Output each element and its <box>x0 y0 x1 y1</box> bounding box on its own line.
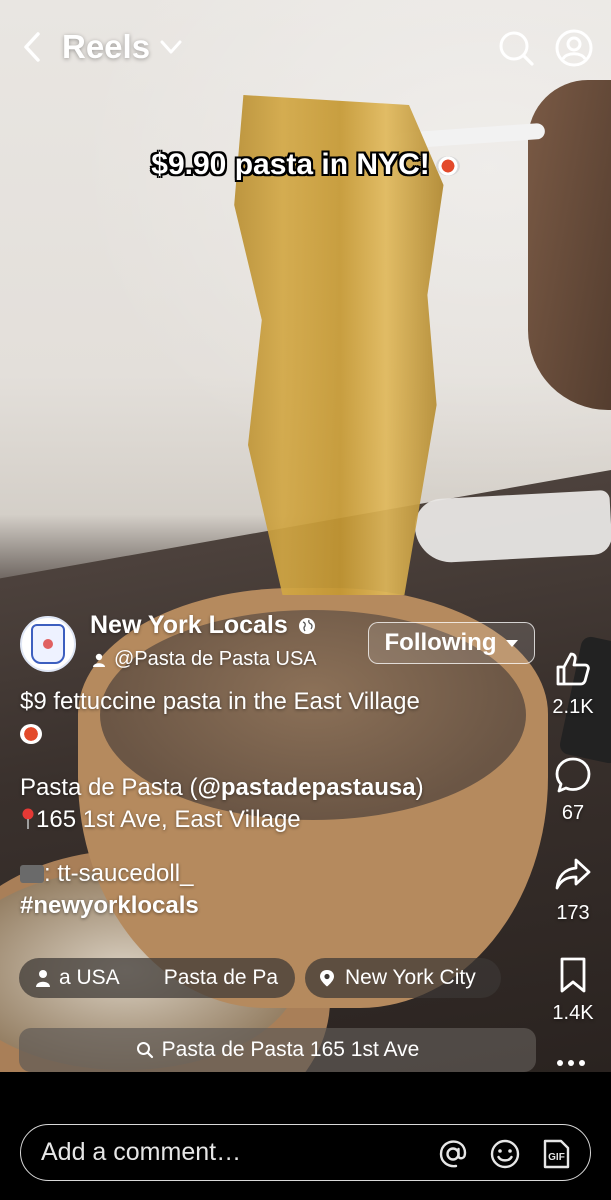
collaborator-chip-b: Pasta de Pa <box>163 966 279 989</box>
svg-text:GIF: GIF <box>548 1152 565 1163</box>
comment-count: 67 <box>561 802 585 824</box>
author-avatar[interactable] <box>20 616 76 672</box>
following-button[interactable]: Following <box>368 622 535 664</box>
video-caption-overlay: $9.90 pasta in NYC! <box>0 148 611 182</box>
person-icon <box>93 653 105 667</box>
location-label: New York City <box>345 966 476 989</box>
save-icon <box>560 957 586 993</box>
collab-account[interactable]: @Pasta de Pasta USA <box>92 648 317 671</box>
round-pushpin-icon <box>22 808 34 829</box>
save-button[interactable]: 1.4K <box>540 956 606 1025</box>
share-count: 173 <box>556 902 590 924</box>
like-count: 2.1K <box>552 696 594 718</box>
person-icon <box>36 970 50 987</box>
chevron-down-icon <box>160 40 182 54</box>
caret-down-icon <box>506 639 519 647</box>
back-icon[interactable] <box>18 30 48 64</box>
description-emoji-line <box>20 718 520 750</box>
search-suggestion-bar[interactable]: Pasta de Pasta 165 1st Ave <box>19 1028 536 1072</box>
author-name[interactable]: New York Locals <box>90 611 316 640</box>
video-napkin <box>413 489 611 565</box>
search-suggestion-label: Pasta de Pasta 165 1st Ave <box>161 1038 420 1061</box>
comment-bar: GIF <box>0 1072 611 1200</box>
comment-input[interactable] <box>41 1138 421 1167</box>
share-button[interactable]: 173 <box>540 856 606 925</box>
like-button[interactable]: 2.1K <box>540 650 606 719</box>
hashtag-link[interactable]: #newyorklocals <box>20 892 199 919</box>
collaborator-chip-a: a USA <box>59 966 120 989</box>
description-line-2: Pasta de Pasta (@pastadepastausa) <box>20 772 520 804</box>
location-chip[interactable]: New York City <box>305 958 501 998</box>
location-pin-icon <box>320 970 334 987</box>
description-credit: : tt-saucedoll_ <box>44 860 194 887</box>
description-address: 165 1st Ave, East Village <box>36 806 301 833</box>
comment-icon <box>555 757 591 793</box>
top-bar: Reels <box>0 0 611 100</box>
description-line-2-suffix: ) <box>415 774 424 801</box>
like-icon <box>556 652 590 686</box>
pasta-emoji-icon <box>435 156 460 177</box>
globe-icon <box>298 617 315 634</box>
video-caption-text: $9.90 pasta in NYC! <box>151 148 430 181</box>
search-icon <box>136 1042 153 1059</box>
search-icon[interactable] <box>496 28 536 68</box>
profile-icon[interactable] <box>554 28 594 68</box>
spaghetti-emoji-icon <box>20 724 42 744</box>
description-line-2-prefix: Pasta de Pasta ( <box>20 774 198 801</box>
page-title-label: Reels <box>62 28 151 65</box>
more-icon[interactable] <box>557 1060 585 1066</box>
description-hashtag-line: #newyorklocals <box>20 890 520 922</box>
avatar-logo-dot <box>43 639 53 649</box>
emoji-icon[interactable] <box>488 1137 522 1171</box>
description-handle-link[interactable]: @pastadepastausa <box>197 774 415 801</box>
collab-label: @Pasta de Pasta USA <box>114 648 317 670</box>
comment-button[interactable]: 67 <box>540 756 606 825</box>
gif-icon[interactable]: GIF <box>539 1137 573 1171</box>
description-line-4: : tt-saucedoll_ <box>20 858 520 890</box>
reel-description[interactable]: $9 fettuccine pasta in the East Village … <box>20 686 520 922</box>
comment-box: GIF <box>20 1124 591 1181</box>
save-count: 1.4K <box>552 1002 594 1024</box>
share-icon <box>555 858 591 890</box>
avatar-logo <box>31 624 65 664</box>
collaborators-chip[interactable]: a USA Pasta de Pa <box>19 958 295 998</box>
page-title[interactable]: Reels <box>62 28 184 66</box>
description-line-3: 165 1st Ave, East Village <box>20 804 520 836</box>
mention-icon[interactable] <box>436 1137 470 1171</box>
following-label: Following <box>384 629 497 656</box>
description-line-1: $9 fettuccine pasta in the East Village <box>20 688 420 715</box>
author-name-label: New York Locals <box>90 611 288 639</box>
movie-camera-emoji-icon <box>20 865 44 883</box>
